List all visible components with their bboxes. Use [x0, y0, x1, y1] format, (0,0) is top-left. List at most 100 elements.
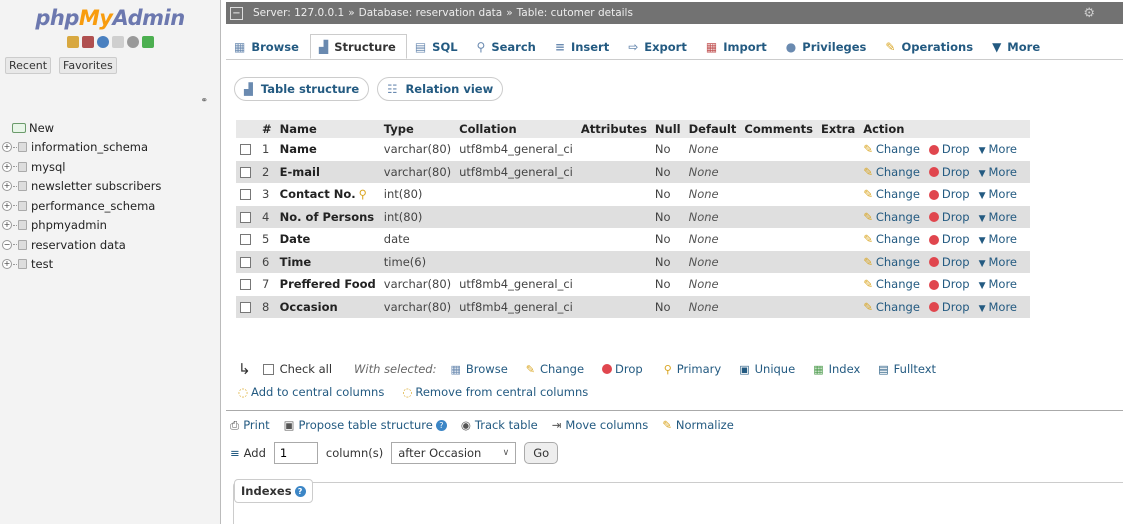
tab-insert[interactable]: ≡ Insert — [547, 34, 620, 59]
tree-item-db[interactable]: + test — [2, 255, 220, 275]
tab-import[interactable]: ▦ Import — [698, 34, 778, 59]
subtab-relation-view[interactable]: ☷ Relation view — [377, 77, 504, 101]
propose-structure-link[interactable]: ▣ Propose table structure? — [284, 418, 447, 433]
print-link[interactable]: ⎙ Print — [230, 418, 270, 433]
row-checkbox[interactable] — [240, 166, 251, 178]
row-checkbox[interactable] — [240, 234, 251, 246]
bulk-primary-button[interactable]: ⚲ Primary — [661, 362, 722, 376]
chevron-down-icon: ▼ — [978, 236, 986, 247]
drop-button[interactable]: Drop — [928, 142, 970, 156]
more-button[interactable]: ▼ More — [979, 187, 1017, 201]
indexes-legend[interactable]: Indexes? — [234, 479, 313, 503]
docs-icon[interactable] — [111, 36, 124, 48]
tree-item-db[interactable]: + information_schema — [2, 138, 220, 158]
column-count-input[interactable] — [273, 442, 318, 464]
tab-sql[interactable]: ▤ SQL — [407, 34, 469, 59]
tree-item-db[interactable]: + performance_schema — [2, 196, 220, 216]
breadcrumb-table[interactable]: Table: cutomer details — [517, 7, 633, 19]
subtab-table-structure[interactable]: ▟ Table structure — [234, 77, 370, 101]
help-icon[interactable]: ? — [435, 420, 447, 431]
row-checkbox[interactable] — [240, 189, 251, 201]
check-all-checkbox[interactable] — [262, 363, 274, 375]
drop-button[interactable]: Drop — [928, 277, 970, 291]
cell-attributes — [576, 228, 651, 251]
bulk-change-button[interactable]: ✎ Change — [526, 362, 584, 376]
change-button[interactable]: ✎ Change — [863, 300, 920, 314]
more-button[interactable]: ▼ More — [979, 232, 1017, 246]
bulk-drop-button[interactable]: Drop — [602, 362, 643, 376]
move-columns-link[interactable]: ⇥ Move columns — [552, 418, 648, 433]
change-button[interactable]: ✎ Change — [863, 142, 920, 156]
drop-button[interactable]: Drop — [928, 187, 970, 201]
change-button[interactable]: ✎ Change — [863, 187, 920, 201]
row-checkbox[interactable] — [240, 144, 251, 156]
add-central-columns-button[interactable]: ◌ Add to central columns — [238, 385, 384, 399]
change-button[interactable]: ✎ Change — [863, 232, 920, 246]
drop-button[interactable]: Drop — [928, 300, 970, 314]
expand-icon[interactable]: + — [2, 161, 12, 172]
recent-tab[interactable]: Recent — [5, 57, 52, 74]
home-icon[interactable] — [66, 36, 79, 48]
more-button[interactable]: ▼ More — [979, 300, 1017, 314]
link-icon[interactable]: ⚭ — [200, 96, 208, 106]
tree-item-new[interactable]: New — [2, 118, 220, 138]
expand-icon[interactable]: + — [2, 220, 12, 231]
remove-central-columns-button[interactable]: ◌ Remove from central columns — [402, 385, 588, 399]
bulk-unique-button[interactable]: ▣ Unique — [739, 362, 795, 376]
tab-operations[interactable]: ✎ Operations — [877, 34, 984, 59]
col-header-name[interactable]: Name — [275, 120, 380, 138]
tree-item-db[interactable]: − reservation data — [2, 235, 220, 255]
more-button[interactable]: ▼ More — [979, 255, 1017, 269]
bulk-fulltext-button[interactable]: ▤ Fulltext — [878, 362, 936, 376]
change-button[interactable]: ✎ Change — [863, 165, 920, 179]
more-button[interactable]: ▼ More — [979, 277, 1017, 291]
bulk-index-button[interactable]: ▦ Index — [813, 362, 860, 376]
check-all-label[interactable]: Check all — [280, 362, 332, 376]
expand-icon[interactable]: + — [2, 259, 12, 270]
change-button[interactable]: ✎ Change — [863, 210, 920, 224]
help-icon[interactable]: ? — [294, 486, 306, 497]
drop-button[interactable]: Drop — [928, 210, 970, 224]
track-table-link[interactable]: ◉ Track table — [461, 418, 538, 433]
tab-export[interactable]: ⇨ Export — [620, 34, 698, 59]
breadcrumb-server[interactable]: Server: 127.0.0.1 — [253, 7, 344, 19]
more-button[interactable]: ▼ More — [979, 142, 1017, 156]
tab-more[interactable]: ▼ More — [984, 34, 1051, 59]
expand-icon[interactable]: + — [2, 181, 12, 192]
drop-button[interactable]: Drop — [928, 165, 970, 179]
more-button[interactable]: ▼ More — [979, 165, 1017, 179]
expand-icon[interactable]: + — [2, 200, 12, 211]
change-button[interactable]: ✎ Change — [863, 277, 920, 291]
tree-item-db[interactable]: + mysql — [2, 157, 220, 177]
more-button[interactable]: ▼ More — [979, 210, 1017, 224]
row-checkbox[interactable] — [240, 211, 251, 223]
bulk-browse-button[interactable]: ▦ Browse — [450, 362, 507, 376]
help-icon[interactable] — [96, 36, 109, 48]
new-db-icon — [12, 122, 26, 133]
row-checkbox[interactable] — [240, 279, 251, 291]
gear-icon[interactable]: ⚙ — [1083, 6, 1095, 21]
drop-button[interactable]: Drop — [928, 232, 970, 246]
tab-structure[interactable]: ▟ Structure — [309, 34, 407, 59]
position-select[interactable]: after Occasion ∨ — [391, 442, 517, 464]
expand-icon[interactable]: + — [2, 142, 12, 153]
collapse-nav-icon[interactable]: − — [230, 6, 243, 20]
tab-search[interactable]: ⚲ Search — [469, 34, 547, 59]
collapse-icon[interactable]: − — [2, 239, 12, 250]
reload-icon[interactable] — [141, 36, 154, 48]
row-checkbox[interactable] — [240, 256, 251, 268]
normalize-link[interactable]: ✎ Normalize — [662, 418, 734, 433]
tree-item-db[interactable]: + newsletter subscribers — [2, 177, 220, 197]
favorites-tab[interactable]: Favorites — [59, 57, 117, 74]
tab-privileges[interactable]: ● Privileges — [778, 34, 878, 59]
phpmyadmin-logo[interactable]: phpMyAdmin — [0, 0, 220, 30]
drop-button[interactable]: Drop — [928, 255, 970, 269]
go-button[interactable]: Go — [524, 442, 559, 464]
settings-icon[interactable] — [126, 36, 139, 48]
logout-icon[interactable] — [81, 36, 94, 48]
tab-browse[interactable]: ▦ Browse — [226, 34, 310, 59]
change-button[interactable]: ✎ Change — [863, 255, 920, 269]
row-checkbox[interactable] — [240, 301, 251, 313]
tree-item-db[interactable]: + phpmyadmin — [2, 216, 220, 236]
breadcrumb-database[interactable]: Database: reservation data — [359, 7, 503, 19]
